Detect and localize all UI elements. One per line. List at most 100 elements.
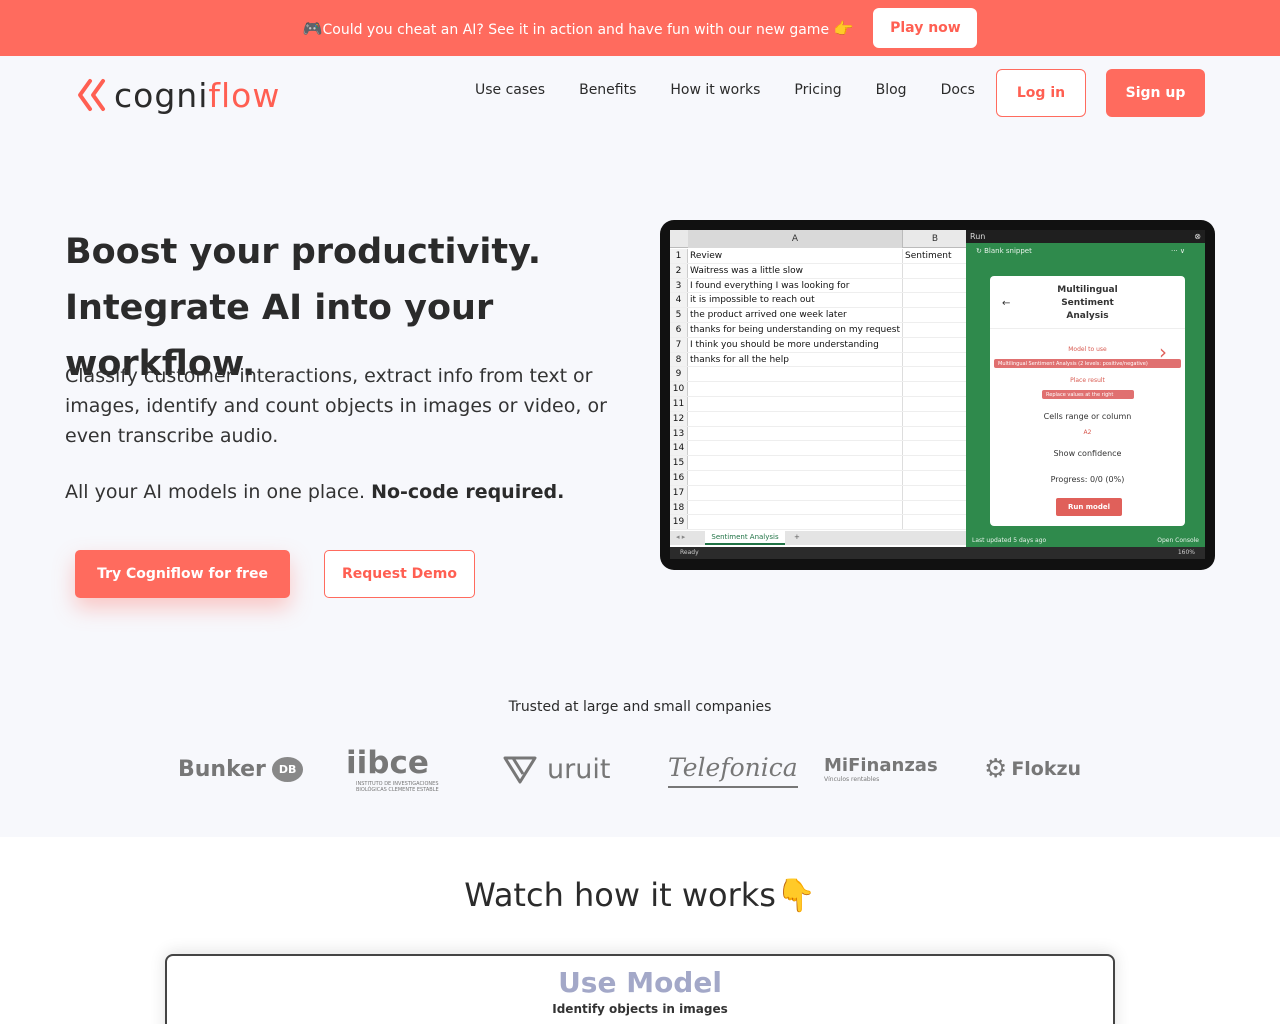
- try-free-button[interactable]: Try Cogniflow for free: [75, 550, 290, 598]
- sheet-cell[interactable]: [903, 456, 965, 470]
- product-screenshot: A B 1 Review Sentiment 2 Waitress was a litt…: [660, 220, 1215, 570]
- sheet-cell[interactable]: [688, 515, 903, 530]
- login-button[interactable]: Log in: [996, 69, 1086, 117]
- sheet-row: 1 Review Sentiment: [670, 249, 966, 264]
- logo[interactable]: cogniflow: [76, 73, 280, 117]
- sheet-cell[interactable]: [903, 264, 965, 278]
- sheet-cell[interactable]: Waitress was a little slow: [688, 263, 903, 278]
- sheet-row: 18: [670, 500, 966, 516]
- sheet-cell[interactable]: [688, 500, 903, 515]
- sheet-cell[interactable]: Sentiment: [903, 249, 965, 263]
- sheet-cell[interactable]: [903, 501, 965, 515]
- sheet-cell[interactable]: Review: [688, 249, 903, 263]
- sheet-cell[interactable]: I found everything I was looking for: [688, 278, 903, 293]
- close-icon[interactable]: ⊗: [1194, 230, 1201, 243]
- main-nav: Use cases Benefits How it works Pricing …: [475, 82, 1009, 98]
- place-result-select[interactable]: Replace values at the right: [1042, 390, 1134, 399]
- sheet-row: 5 the product arrived one week later: [670, 308, 966, 323]
- sheet-cell[interactable]: thanks for all the help: [688, 352, 903, 367]
- video-title: Use Model: [558, 966, 722, 999]
- row-number: 2: [670, 263, 688, 278]
- open-console-link[interactable]: Open Console: [1157, 535, 1199, 547]
- hero-tagline: All your AI models in one place. No-code…: [65, 481, 565, 503]
- nav-link-use-cases[interactable]: Use cases: [475, 82, 545, 98]
- place-result-label: Place result: [1070, 377, 1105, 384]
- nav-link-how-it-works[interactable]: How it works: [670, 82, 760, 98]
- nav-link-pricing[interactable]: Pricing: [794, 82, 841, 98]
- sheet-tab-sentiment[interactable]: Sentiment Analysis: [705, 531, 785, 545]
- sheet-cell[interactable]: [688, 485, 903, 500]
- column-b-header: B: [931, 234, 939, 244]
- sheet-row: 17: [670, 485, 966, 501]
- column-a-header: A: [688, 230, 903, 248]
- logo-wordmark: cogniflow: [114, 75, 281, 115]
- sheet-cell[interactable]: [688, 367, 903, 382]
- row-number: 16: [670, 470, 688, 485]
- nav-link-benefits[interactable]: Benefits: [579, 82, 636, 98]
- sheet-cell[interactable]: [903, 412, 965, 426]
- sheet-cell[interactable]: [903, 323, 965, 337]
- nav-link-blog[interactable]: Blog: [876, 82, 907, 98]
- sheet-row: 2 Waitress was a little slow: [670, 263, 966, 279]
- sheet-cell[interactable]: thanks for being understanding on my req…: [688, 322, 903, 337]
- sheet-cell[interactable]: [688, 411, 903, 426]
- sheet-cell[interactable]: [903, 353, 965, 367]
- snippet-bar: ↻ Blank snippet ··· ∨: [966, 243, 1205, 260]
- refresh-icon: ↻: [976, 247, 982, 255]
- logo-bunker-db: Bunker DB: [178, 740, 304, 798]
- request-demo-button[interactable]: Request Demo: [324, 550, 475, 598]
- sheet-cell[interactable]: [688, 396, 903, 411]
- addin-pane: Run ⊗ ↻ Blank snippet ··· ∨ ← Multilingu…: [966, 230, 1205, 547]
- sheet-cell[interactable]: [903, 367, 965, 381]
- cells-range-label: Cells range or column: [1043, 412, 1132, 421]
- sheet-row: 3I found everything I was looking for: [670, 278, 966, 294]
- video-player[interactable]: Use Model Identify objects in images: [165, 954, 1115, 1024]
- sheet-cell[interactable]: [903, 279, 965, 293]
- signup-button[interactable]: Sign up: [1106, 69, 1205, 117]
- trusted-heading: Trusted at large and small companies: [508, 699, 772, 715]
- cells-range-input[interactable]: A2: [990, 429, 1185, 436]
- progress-text: Progress: 0/0 (0%): [1050, 475, 1125, 484]
- row-number: 13: [670, 426, 688, 441]
- sheet-cell[interactable]: [903, 308, 965, 322]
- sheet-cell[interactable]: it is impossible to reach out: [688, 293, 903, 308]
- sheet-cell[interactable]: the product arrived one week later: [688, 308, 903, 322]
- add-sheet-button[interactable]: +: [794, 533, 800, 541]
- show-confidence-label[interactable]: Show confidence: [990, 449, 1185, 458]
- sheet-cell[interactable]: [903, 338, 965, 352]
- logo-uruit: uruit: [501, 740, 610, 798]
- sheet-cell[interactable]: [903, 515, 965, 529]
- spreadsheet: A B 1 Review Sentiment 2 Waitress was a litt…: [670, 230, 966, 549]
- back-arrow-icon[interactable]: ←: [1002, 298, 1010, 309]
- sheet-cell[interactable]: [688, 456, 903, 470]
- sheet-cell[interactable]: [903, 427, 965, 441]
- sheet-cell[interactable]: [903, 486, 965, 500]
- row-number: 6: [670, 322, 688, 337]
- sheet-cell[interactable]: [903, 293, 965, 307]
- sheet-cell[interactable]: [903, 471, 965, 485]
- model-select[interactable]: Multilingual Sentiment Analysis (2 level…: [994, 359, 1181, 368]
- sheet-nav-arrows-icon[interactable]: ◂ ▸: [676, 533, 685, 541]
- sheet-cell[interactable]: [688, 441, 903, 456]
- more-menu-icon[interactable]: ··· ∨: [1171, 243, 1185, 260]
- sheet-tabs: ◂ ▸ Sentiment Analysis +: [670, 531, 966, 545]
- sheet-cell[interactable]: [688, 382, 903, 396]
- sheet-cell[interactable]: I think you should be more understanding: [688, 337, 903, 352]
- row-number: 12: [670, 411, 688, 426]
- chevron-right-icon[interactable]: ›: [1159, 340, 1167, 364]
- play-now-button[interactable]: Play now: [873, 8, 978, 48]
- logo-iibce: iibce INSTITUTO DE INVESTIGACIONES BIOLÓ…: [346, 745, 439, 793]
- run-model-button[interactable]: Run model: [1056, 498, 1122, 516]
- sheet-cell[interactable]: [688, 470, 903, 485]
- addin-header: Run ⊗: [966, 230, 1205, 243]
- company-logos: Bunker DB iibce INSTITUTO DE INVESTIGACIO…: [178, 740, 1098, 798]
- model-title: Multilingual Sentiment Analysis: [1057, 285, 1118, 321]
- row-number: 17: [670, 485, 688, 500]
- sheet-cell[interactable]: [903, 397, 965, 411]
- sheet-cell[interactable]: [903, 441, 965, 455]
- sheet-cell[interactable]: [903, 382, 965, 396]
- sheet-cell[interactable]: [688, 426, 903, 441]
- nav-link-docs[interactable]: Docs: [941, 82, 975, 98]
- sheet-row: 19: [670, 515, 966, 531]
- gamepad-icon: 🎮: [302, 18, 323, 38]
